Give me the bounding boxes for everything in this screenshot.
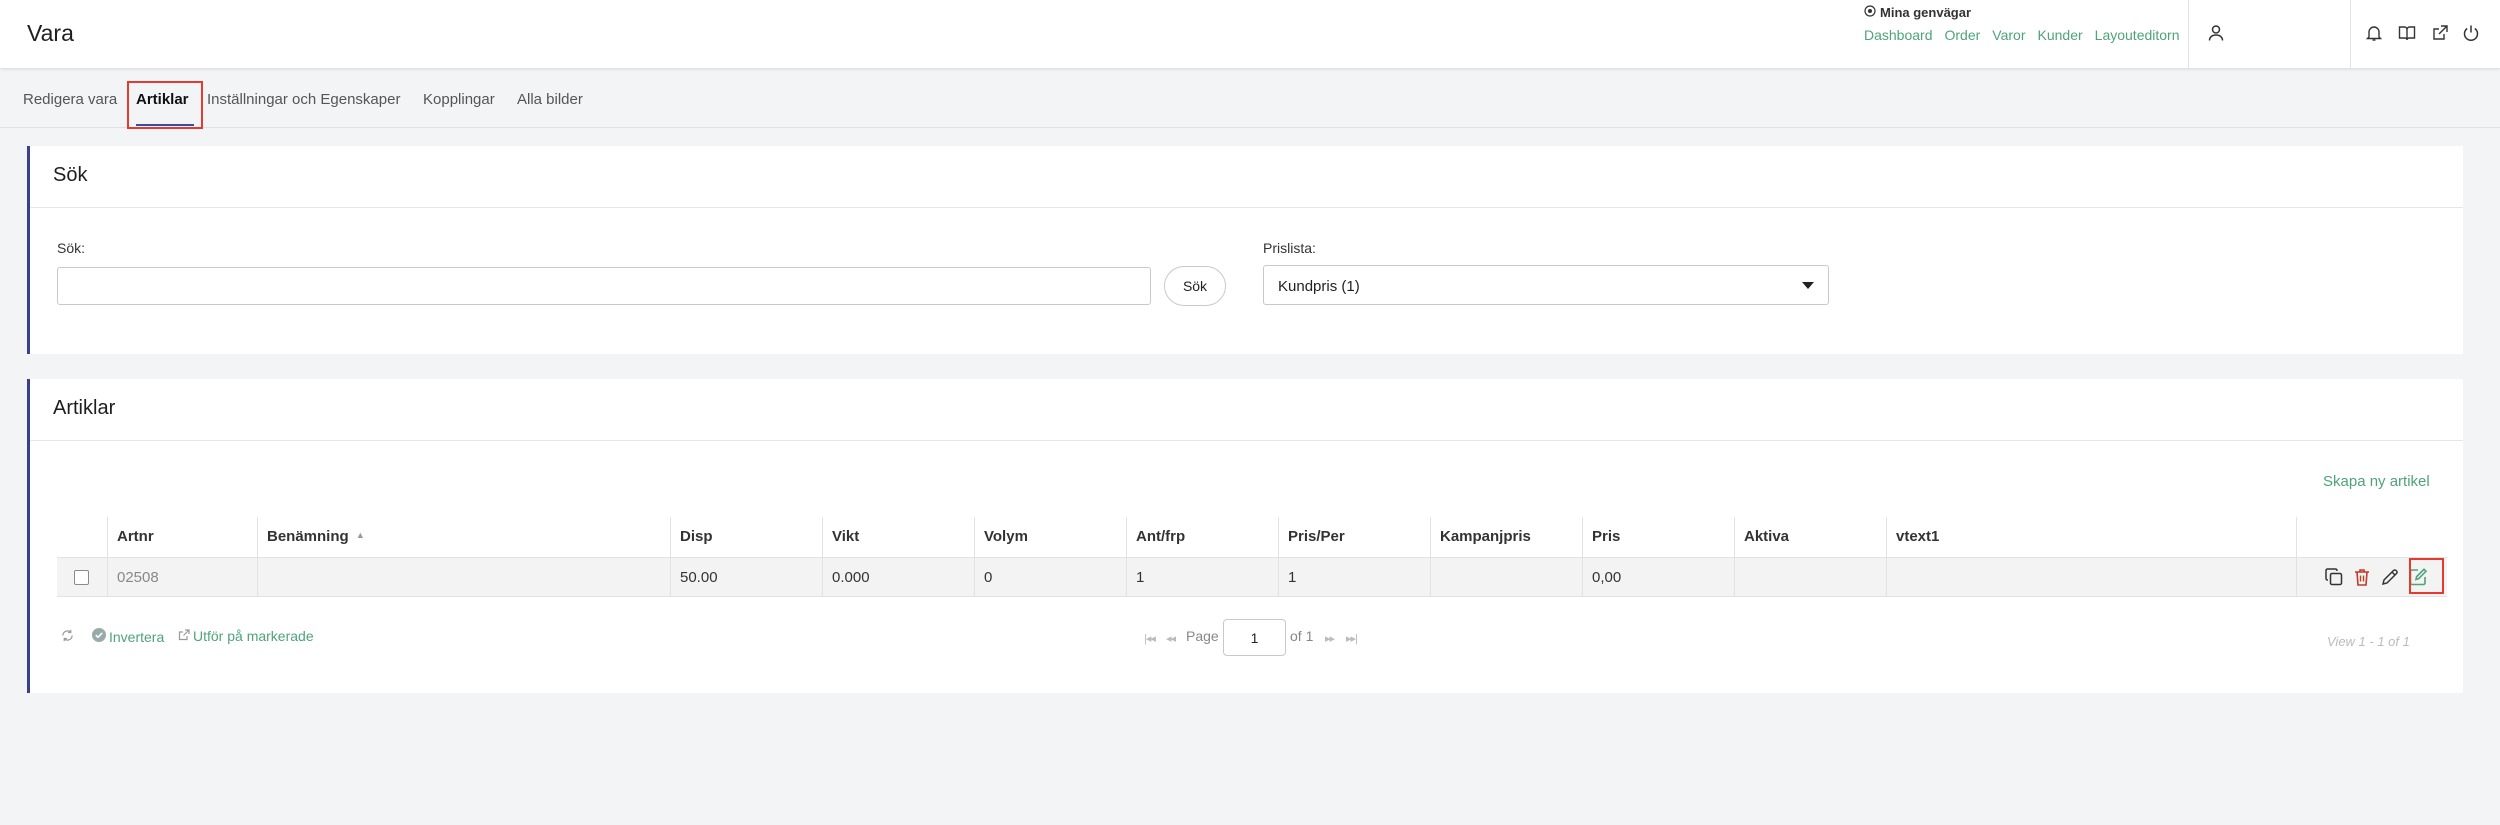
col-header-antfrp[interactable]: Ant/frp bbox=[1126, 517, 1278, 557]
last-page-icon[interactable]: ▸▸| bbox=[1346, 632, 1358, 645]
col-header-vikt[interactable]: Vikt bbox=[822, 517, 974, 557]
user-icon[interactable] bbox=[2205, 22, 2227, 44]
cell-disp: 50.00 bbox=[670, 558, 822, 596]
table-row[interactable]: 02508 50.00 0.000 0 1 1 0,00 bbox=[57, 557, 2447, 597]
col-header-pris[interactable]: Pris bbox=[1582, 517, 1734, 557]
invert-button[interactable]: Invertera bbox=[92, 628, 164, 645]
execute-on-selected-button[interactable]: Utför på markerade bbox=[178, 628, 314, 644]
col-header-vtext1[interactable]: vtext1 bbox=[1886, 517, 2296, 557]
pricelist-label: Prislista: bbox=[1263, 240, 1316, 256]
highlight-box-edit bbox=[2409, 558, 2444, 594]
tab-installningar[interactable]: Inställningar och Egenskaper bbox=[207, 91, 400, 108]
refresh-icon[interactable] bbox=[61, 629, 74, 645]
col-header-artnr[interactable]: Artnr bbox=[107, 517, 257, 557]
col-header-disp[interactable]: Disp bbox=[670, 517, 822, 557]
pencil-icon[interactable] bbox=[2379, 566, 2401, 588]
col-header-benamning[interactable]: Benämning ▲ bbox=[257, 517, 670, 557]
execute-label: Utför på markerade bbox=[193, 628, 314, 644]
pricelist-selected-value: Kundpris (1) bbox=[1278, 278, 1360, 295]
header-divider bbox=[2350, 0, 2351, 68]
cell-prisper: 1 bbox=[1278, 558, 1430, 596]
col-header-kampanjpris[interactable]: Kampanjpris bbox=[1430, 517, 1582, 557]
caret-down-icon bbox=[1802, 282, 1814, 289]
shortcuts-title-label: Mina genvägar bbox=[1880, 5, 1972, 20]
pricelist-select[interactable]: Kundpris (1) bbox=[1263, 265, 1829, 305]
shortcut-varor[interactable]: Varor bbox=[1992, 27, 2025, 43]
external-link-icon[interactable] bbox=[2429, 22, 2451, 44]
articles-panel-header: Artiklar bbox=[30, 379, 2463, 441]
page-of-label: of 1 bbox=[1290, 628, 1314, 644]
search-button[interactable]: Sök bbox=[1164, 266, 1226, 306]
bell-icon[interactable] bbox=[2363, 22, 2385, 44]
col-header-volym[interactable]: Volym bbox=[974, 517, 1126, 557]
external-icon bbox=[178, 628, 190, 644]
header-divider bbox=[2188, 0, 2189, 68]
row-checkbox[interactable] bbox=[74, 570, 89, 585]
shortcuts-menu: Mina genvägar Dashboard Order Varor Kund… bbox=[1864, 5, 2180, 43]
cell-vtext1 bbox=[1886, 558, 2296, 596]
cell-aktiva bbox=[1734, 558, 1886, 596]
search-panel-header: Sök bbox=[30, 146, 2463, 208]
tab-alla-bilder[interactable]: Alla bilder bbox=[517, 91, 583, 108]
trash-icon[interactable] bbox=[2351, 566, 2373, 588]
page-label: Page bbox=[1186, 628, 1219, 644]
articles-panel-title: Artiklar bbox=[53, 397, 116, 419]
shortcut-kunder[interactable]: Kunder bbox=[2038, 27, 2083, 43]
cell-antfrp: 1 bbox=[1126, 558, 1278, 596]
cell-pris: 0,00 bbox=[1582, 558, 1734, 596]
book-icon[interactable] bbox=[2396, 22, 2418, 44]
shortcut-order[interactable]: Order bbox=[1945, 27, 1981, 43]
check-circle-icon bbox=[92, 628, 106, 645]
highlight-box-tab bbox=[127, 81, 203, 129]
page-number-input[interactable]: 1 bbox=[1223, 619, 1286, 656]
invert-label: Invertera bbox=[109, 628, 165, 645]
top-header: Vara Mina genvägar Dashboard Order Varor… bbox=[0, 0, 2500, 68]
shortcut-dashboard[interactable]: Dashboard bbox=[1864, 27, 1933, 43]
create-article-link[interactable]: Skapa ny artikel bbox=[2323, 473, 2430, 490]
col-header-actions bbox=[2296, 517, 2447, 557]
search-panel: Sök bbox=[27, 146, 2463, 354]
copy-icon[interactable] bbox=[2323, 566, 2345, 588]
table-header: Artnr Benämning ▲ Disp Vikt Volym Ant/fr… bbox=[57, 517, 2447, 557]
col-header-aktiva[interactable]: Aktiva bbox=[1734, 517, 1886, 557]
shortcuts-title: Mina genvägar bbox=[1864, 5, 2180, 20]
tab-redigera-vara[interactable]: Redigera vara bbox=[23, 91, 117, 108]
prev-page-icon[interactable]: ◂◂ bbox=[1166, 632, 1176, 645]
shortcut-layouteditorn[interactable]: Layouteditorn bbox=[2095, 27, 2180, 43]
next-page-icon[interactable]: ▸▸ bbox=[1325, 632, 1335, 645]
search-label: Sök: bbox=[57, 240, 86, 256]
cell-kampanjpris bbox=[1430, 558, 1582, 596]
view-count-text: View 1 - 1 of 1 bbox=[2327, 634, 2410, 649]
tab-kopplingar[interactable]: Kopplingar bbox=[423, 91, 495, 108]
sort-icon: ▲ bbox=[355, 530, 365, 540]
col-header-benamning-label: Benämning bbox=[267, 528, 349, 545]
target-icon bbox=[1864, 5, 1876, 20]
cell-benamning bbox=[257, 558, 670, 596]
search-panel-title: Sök bbox=[53, 164, 88, 186]
col-header-prisper[interactable]: Pris/Per bbox=[1278, 517, 1430, 557]
first-page-icon[interactable]: |◂◂ bbox=[1144, 632, 1156, 645]
cell-artnr: 02508 bbox=[107, 558, 257, 596]
power-icon[interactable] bbox=[2460, 22, 2482, 44]
search-input[interactable] bbox=[57, 267, 1151, 305]
cell-volym: 0 bbox=[974, 558, 1126, 596]
page-title: Vara bbox=[27, 20, 74, 46]
cell-vikt: 0.000 bbox=[822, 558, 974, 596]
